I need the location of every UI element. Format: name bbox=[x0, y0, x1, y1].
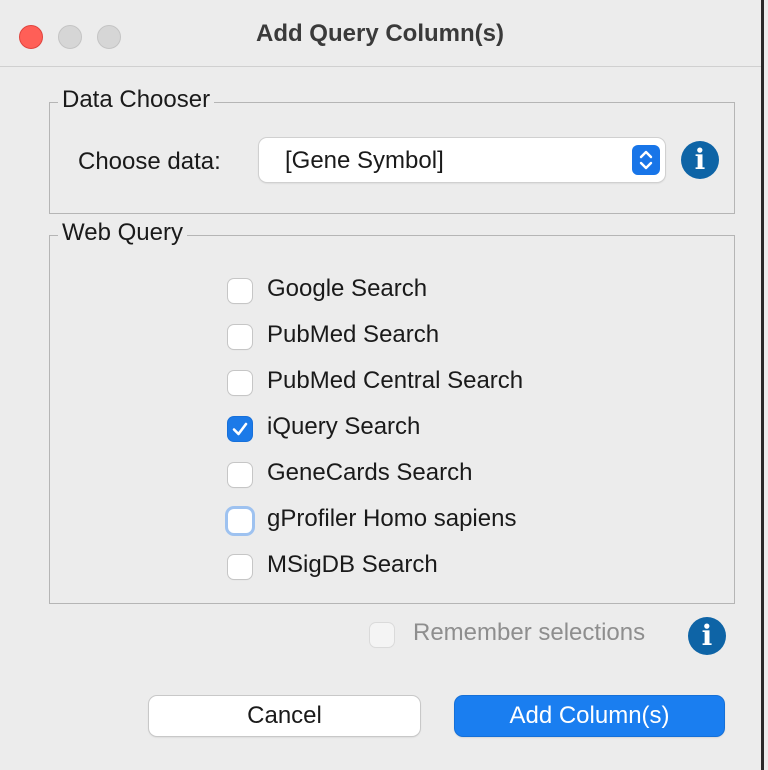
checkbox[interactable] bbox=[228, 371, 252, 395]
web-query-option-label: PubMed Search bbox=[267, 321, 440, 348]
cancel-button[interactable]: Cancel bbox=[149, 696, 420, 736]
web-query-group-title: Web Query bbox=[58, 219, 187, 247]
web-query-option-label: MSigDB Search bbox=[267, 551, 438, 578]
checkbox[interactable] bbox=[228, 509, 252, 533]
web-query-option-label: iQuery Search bbox=[267, 413, 421, 440]
web-query-option-label: Google Search bbox=[267, 275, 428, 302]
checkbox[interactable] bbox=[228, 555, 252, 579]
title-bar: Add Query Column(s) bbox=[0, 0, 761, 67]
checkbox-checked[interactable] bbox=[228, 417, 252, 441]
checkbox[interactable] bbox=[228, 463, 252, 487]
data-chooser-group: Data Chooser Choose data: [Gene Symbol] … bbox=[49, 86, 735, 214]
maximize-window-button[interactable] bbox=[97, 25, 121, 49]
choose-data-value: [Gene Symbol] bbox=[285, 147, 444, 174]
checkbox[interactable] bbox=[228, 279, 252, 303]
remember-selections-label: Remember selections bbox=[413, 619, 646, 646]
add-columns-button[interactable]: Add Column(s) bbox=[455, 696, 724, 736]
select-arrows-icon bbox=[632, 145, 660, 175]
web-query-option-label: gProfiler Homo sapiens bbox=[267, 505, 517, 532]
dialog-window: Add Query Column(s) Data Chooser Choose … bbox=[0, 0, 764, 770]
data-chooser-info-icon[interactable]: i bbox=[681, 141, 719, 179]
checkbox[interactable] bbox=[228, 325, 252, 349]
web-query-group: Web Query Google Search PubMed Search PubM… bbox=[49, 219, 735, 604]
minimize-window-button[interactable] bbox=[58, 25, 82, 49]
window-title: Add Query Column(s) bbox=[255, 20, 504, 47]
remember-info-icon[interactable]: i bbox=[688, 617, 726, 655]
choose-data-label: Choose data: bbox=[78, 148, 221, 175]
choose-data-select[interactable]: [Gene Symbol] bbox=[259, 138, 665, 182]
web-query-option-label: PubMed Central Search bbox=[267, 367, 524, 394]
web-query-option-label: GeneCards Search bbox=[267, 459, 473, 486]
data-chooser-group-title: Data Chooser bbox=[58, 86, 215, 114]
remember-selections-checkbox[interactable] bbox=[370, 623, 394, 647]
close-window-button[interactable] bbox=[19, 25, 43, 49]
